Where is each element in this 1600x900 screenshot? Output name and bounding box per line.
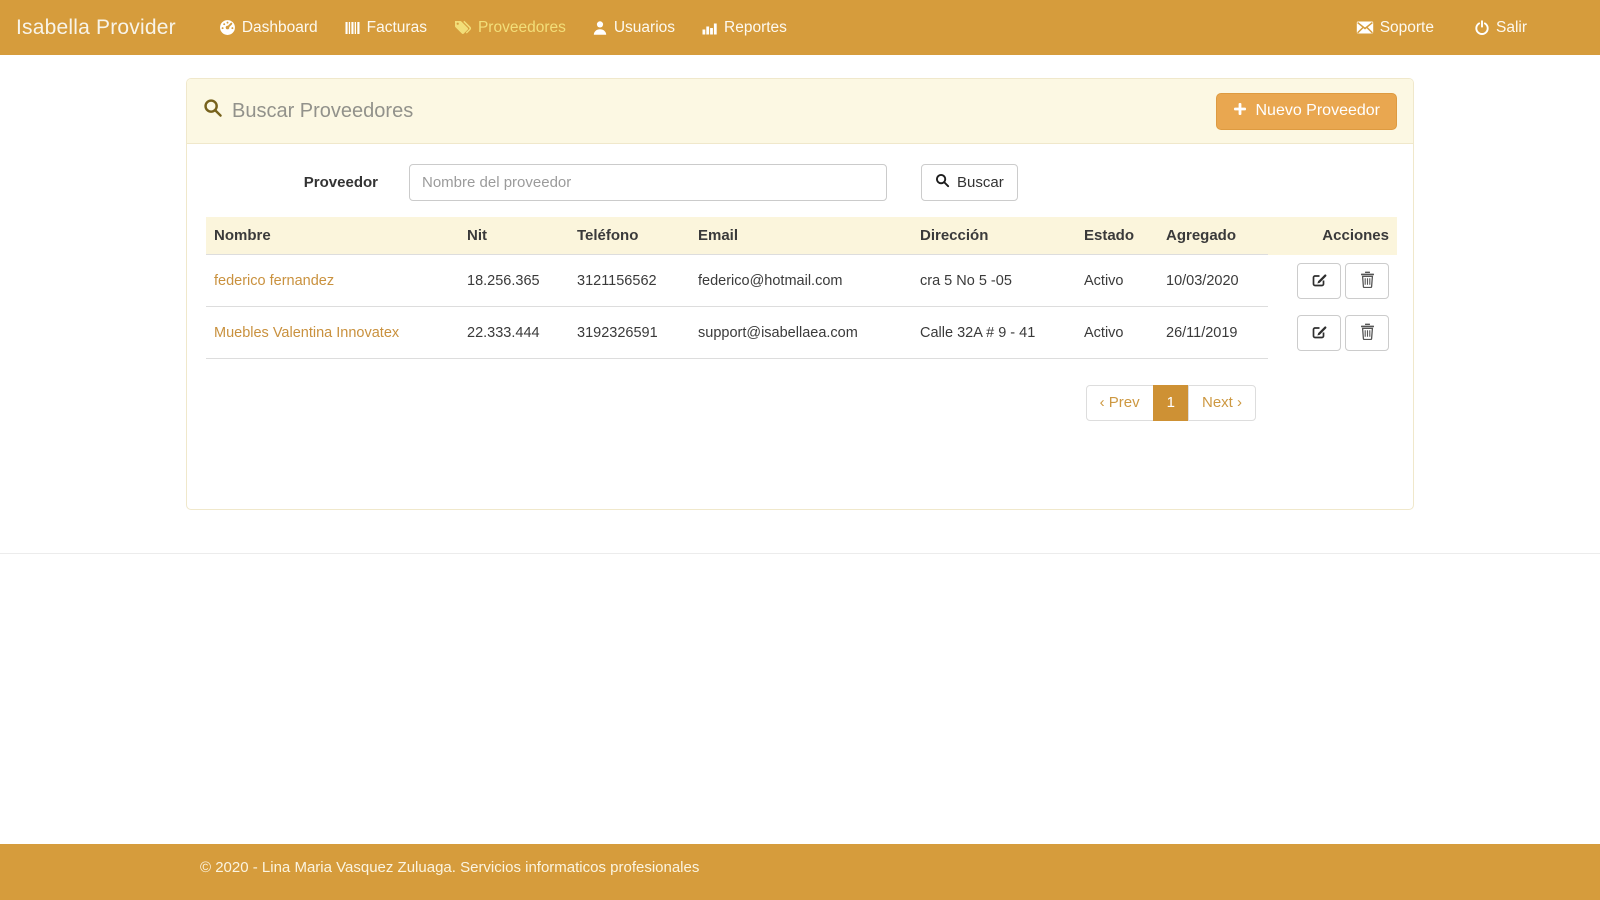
cell-phone: 3121156562 — [569, 255, 690, 307]
providers-panel: Buscar Proveedores Nuevo Proveedor Prove… — [186, 78, 1414, 510]
user-icon — [592, 20, 608, 36]
delete-button[interactable] — [1345, 315, 1389, 351]
panel-body: Proveedor Buscar — [187, 144, 1413, 509]
top-navbar: Isabella Provider Dashboard — [0, 0, 1600, 55]
pagination: ‹ Prev 1 Next › — [1086, 385, 1256, 421]
page-footer: © 2020 - Lina Maria Vasquez Zuluaga. Ser… — [0, 844, 1600, 900]
new-provider-label: Nuevo Proveedor — [1255, 102, 1380, 120]
nav-item-usuarios[interactable]: Usuarios — [579, 9, 688, 47]
nav-label: Proveedores — [478, 19, 566, 37]
nav-items: Dashboard Facturas — [206, 9, 1343, 47]
search-button[interactable]: Buscar — [921, 164, 1018, 201]
nav-item-dashboard[interactable]: Dashboard — [206, 9, 331, 47]
barcode-icon — [344, 20, 361, 36]
nav-item-facturas[interactable]: Facturas — [331, 9, 440, 47]
tags-icon — [453, 20, 472, 36]
search-icon — [203, 98, 223, 124]
nav-item-reportes[interactable]: Reportes — [688, 9, 800, 47]
nav-label: Reportes — [724, 19, 787, 37]
search-form: Proveedor Buscar — [206, 164, 1395, 201]
panel-heading: Buscar Proveedores Nuevo Proveedor — [187, 79, 1413, 144]
provider-name-link[interactable]: Muebles Valentina Innovatex — [214, 325, 399, 341]
cell-email: federico@hotmail.com — [690, 255, 912, 307]
col-header-acciones: Acciones — [1268, 217, 1397, 255]
page: Isabella Provider Dashboard — [0, 0, 1600, 900]
nav-item-salir[interactable]: Salir — [1461, 9, 1540, 47]
row-actions — [1276, 263, 1389, 299]
pagination-prev-button[interactable]: ‹ Prev — [1086, 385, 1154, 421]
provider-field-label: Proveedor — [206, 174, 378, 191]
search-button-label: Buscar — [957, 174, 1004, 191]
panel-title-text: Buscar Proveedores — [232, 100, 413, 123]
nav-label: Usuarios — [614, 19, 675, 37]
nav-item-soporte[interactable]: Soporte — [1343, 9, 1447, 47]
provider-name-link[interactable]: federico fernandez — [214, 273, 334, 289]
tachometer-icon — [219, 19, 236, 36]
cell-email: support@isabellaea.com — [690, 307, 912, 359]
bar-chart-icon — [701, 20, 718, 36]
col-header-nombre: Nombre — [206, 217, 459, 255]
power-icon — [1474, 20, 1490, 36]
footer-copyright: © 2020 - Lina Maria Vasquez Zuluaga. Ser… — [200, 859, 699, 876]
col-header-estado: Estado — [1076, 217, 1158, 255]
pagination-page-1[interactable]: 1 — [1153, 385, 1189, 421]
col-header-telefono: Teléfono — [569, 217, 690, 255]
providers-table: Nombre Nit Teléfono Email Dirección Esta… — [206, 217, 1397, 359]
nav-label: Dashboard — [242, 19, 318, 37]
table-header-row: Nombre Nit Teléfono Email Dirección Esta… — [206, 217, 1397, 255]
row-actions — [1276, 315, 1389, 351]
new-provider-button[interactable]: Nuevo Proveedor — [1216, 93, 1397, 130]
table-row: Muebles Valentina Innovatex 22.333.444 3… — [206, 307, 1397, 359]
edit-icon — [1311, 323, 1328, 343]
cell-added: 26/11/2019 — [1158, 307, 1268, 359]
edit-button[interactable] — [1297, 315, 1341, 351]
cell-address: Calle 32A # 9 - 41 — [912, 307, 1076, 359]
delete-button[interactable] — [1345, 263, 1389, 299]
cell-status: Activo — [1076, 255, 1158, 307]
cell-nit: 18.256.365 — [459, 255, 569, 307]
table-row: federico fernandez 18.256.365 3121156562… — [206, 255, 1397, 307]
edit-icon — [1311, 271, 1328, 291]
nav-label: Facturas — [367, 19, 427, 37]
col-header-email: Email — [690, 217, 912, 255]
edit-button[interactable] — [1297, 263, 1341, 299]
trash-icon — [1360, 271, 1375, 291]
cell-status: Activo — [1076, 307, 1158, 359]
plus-icon — [1233, 102, 1247, 121]
pagination-row: ‹ Prev 1 Next › — [206, 385, 1395, 421]
nav-right: Soporte Salir — [1343, 9, 1540, 47]
col-header-agregado: Agregado — [1158, 217, 1268, 255]
panel-title: Buscar Proveedores — [203, 98, 413, 124]
search-icon — [935, 173, 950, 192]
nav-label: Soporte — [1380, 19, 1434, 37]
envelope-icon — [1356, 20, 1374, 35]
cell-added: 10/03/2020 — [1158, 255, 1268, 307]
cell-address: cra 5 No 5 -05 — [912, 255, 1076, 307]
trash-icon — [1360, 323, 1375, 343]
pagination-next-button[interactable]: Next › — [1188, 385, 1256, 421]
cell-phone: 3192326591 — [569, 307, 690, 359]
nav-item-proveedores[interactable]: Proveedores — [440, 9, 579, 47]
provider-name-input[interactable] — [409, 164, 887, 201]
col-header-direccion: Dirección — [912, 217, 1076, 255]
col-header-nit: Nit — [459, 217, 569, 255]
cell-nit: 22.333.444 — [459, 307, 569, 359]
nav-label: Salir — [1496, 19, 1527, 37]
brand[interactable]: Isabella Provider — [16, 16, 176, 40]
page-divider — [0, 553, 1600, 554]
